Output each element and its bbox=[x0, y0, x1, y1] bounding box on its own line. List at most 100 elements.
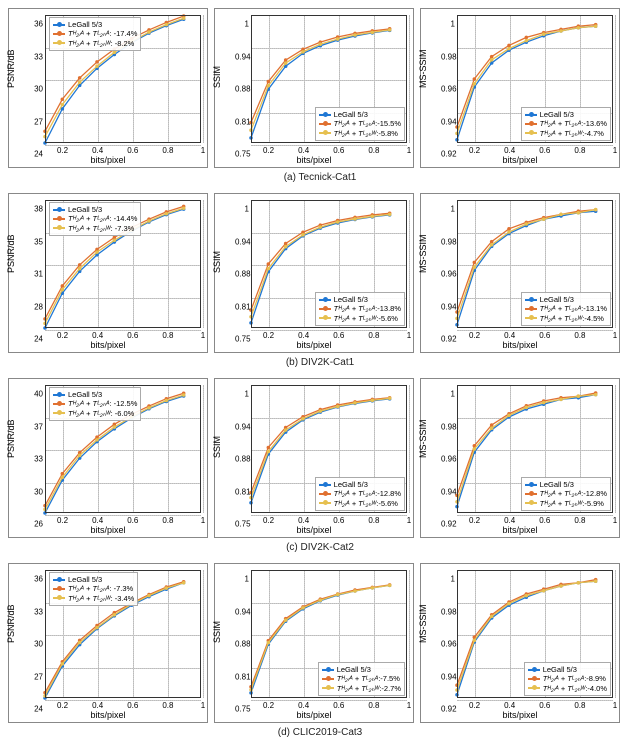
y-tick: 0.81 bbox=[235, 117, 249, 126]
legend: LeGall 5/3Tᴴ₂ₗᴬ + Tᴸ₂ₕᴬ:-12.8%Tᴴ₂ₗᴬ + Tᴸ… bbox=[521, 477, 611, 511]
x-tick: 0.8 bbox=[368, 516, 379, 525]
legend-entry: LeGall 5/3 bbox=[322, 665, 401, 674]
legend-entry: LeGall 5/3 bbox=[528, 665, 607, 674]
legend-swatch bbox=[53, 209, 65, 211]
row-caption: (a) Tecnick-Cat1 bbox=[8, 172, 632, 183]
x-tick: 1 bbox=[201, 516, 205, 525]
legend-label: LeGall 5/3 bbox=[543, 665, 577, 674]
chart-row: PSNR/dBbits/pixel0.20.40.60.812427303336… bbox=[8, 563, 632, 723]
legend-swatch bbox=[525, 484, 537, 486]
y-tick: 24 bbox=[29, 335, 43, 344]
ms-ssim-chart: MS-SSIMbits/pixel0.20.40.60.810.920.940.… bbox=[420, 378, 620, 538]
y-axis-label: SSIM bbox=[212, 251, 222, 273]
legend: LeGall 5/3Tᴴ₂ₗᴬ + Tᴸ₂ₕᴬ: -14.4%Tᴴ₂ₗᴬ + T… bbox=[49, 202, 141, 236]
y-tick: 24 bbox=[29, 150, 43, 159]
ssim-chart: SSIMbits/pixel0.20.40.60.810.750.810.880… bbox=[214, 378, 414, 538]
legend-label: LeGall 5/3 bbox=[334, 295, 368, 304]
legend-entry: Tᴴ₂ₗᴬ + Tᴸ₂ₕᴬ:-13.8% bbox=[319, 304, 401, 313]
legend-swatch bbox=[525, 114, 537, 116]
y-tick: 0.88 bbox=[235, 85, 249, 94]
legend-entry: Tᴴ₂ₗᴬ + Tᴸ₂ₕᴬ: -14.4% bbox=[53, 214, 137, 223]
row-caption: (d) CLIC2019-Cat3 bbox=[8, 727, 632, 738]
legend-swatch bbox=[53, 42, 65, 44]
x-axis-label: bits/pixel bbox=[296, 155, 331, 165]
y-axis-label: MS-SSIM bbox=[418, 49, 428, 88]
x-tick: 0.4 bbox=[504, 516, 515, 525]
y-tick: 0.81 bbox=[235, 487, 249, 496]
x-tick: 0.2 bbox=[469, 516, 480, 525]
y-axis-label: MS-SSIM bbox=[418, 604, 428, 643]
legend-entry: LeGall 5/3 bbox=[525, 480, 607, 489]
legend-label: LeGall 5/3 bbox=[68, 575, 102, 584]
y-tick: 0.94 bbox=[441, 117, 455, 126]
ssim-chart: SSIMbits/pixel0.20.40.60.810.750.810.880… bbox=[214, 563, 414, 723]
y-tick: 27 bbox=[29, 117, 43, 126]
psnr-chart: PSNR/dBbits/pixel0.20.40.60.812428313538… bbox=[8, 193, 208, 353]
legend-label: Tᴴ₂ₗᴬ + Tᴸ₂ₕᵂ:-5.6% bbox=[334, 499, 398, 508]
legend-entry: Tᴴ₂ₗᴬ + Tᴸ₂ₕᵂ:-4.0% bbox=[528, 684, 607, 693]
chart-row: PSNR/dBbits/pixel0.20.40.60.812428313538… bbox=[8, 193, 632, 353]
x-tick: 0.4 bbox=[92, 516, 103, 525]
legend-label: LeGall 5/3 bbox=[68, 205, 102, 214]
x-tick: 1 bbox=[407, 701, 411, 710]
legend-label: Tᴴ₂ₗᴬ + Tᴸ₂ₕᴬ: -14.4% bbox=[68, 214, 137, 223]
y-tick: 0.92 bbox=[441, 520, 455, 529]
x-tick: 0.6 bbox=[127, 516, 138, 525]
x-tick: 0.8 bbox=[162, 701, 173, 710]
x-axis-label: bits/pixel bbox=[502, 155, 537, 165]
legend-label: Tᴴ₂ₗᴬ + Tᴸ₂ₕᴬ:-13.6% bbox=[540, 119, 607, 128]
x-tick: 1 bbox=[407, 146, 411, 155]
legend-entry: Tᴴ₂ₗᴬ + Tᴸ₂ₕᵂ: -7.3% bbox=[53, 224, 137, 233]
legend-entry: Tᴴ₂ₗᴬ + Tᴸ₂ₕᴬ: -12.5% bbox=[53, 399, 137, 408]
y-tick: 40 bbox=[29, 390, 43, 399]
x-tick: 0.6 bbox=[333, 516, 344, 525]
legend-entry: Tᴴ₂ₗᴬ + Tᴸ₂ₕᴬ:-12.8% bbox=[525, 489, 607, 498]
legend-entry: Tᴴ₂ₗᴬ + Tᴸ₂ₕᴬ:-7.5% bbox=[322, 674, 401, 683]
x-tick: 0.2 bbox=[57, 331, 68, 340]
legend-label: Tᴴ₂ₗᴬ + Tᴸ₂ₕᴬ:-12.8% bbox=[540, 489, 607, 498]
legend: LeGall 5/3Tᴴ₂ₗᴬ + Tᴸ₂ₕᴬ:-15.5%Tᴴ₂ₗᴬ + Tᴸ… bbox=[315, 107, 405, 141]
x-tick: 1 bbox=[613, 331, 617, 340]
legend-label: Tᴴ₂ₗᴬ + Tᴸ₂ₕᵂ: -8.2% bbox=[68, 39, 134, 48]
y-tick: 0.94 bbox=[441, 672, 455, 681]
x-tick: 0.2 bbox=[57, 701, 68, 710]
legend-swatch bbox=[525, 132, 537, 134]
y-tick: 1 bbox=[235, 390, 249, 399]
x-tick: 1 bbox=[201, 331, 205, 340]
y-tick: 36 bbox=[29, 575, 43, 584]
ms-ssim-chart: MS-SSIMbits/pixel0.20.40.60.810.920.940.… bbox=[420, 8, 620, 168]
legend-swatch bbox=[319, 493, 331, 495]
ssim-chart: SSIMbits/pixel0.20.40.60.810.750.810.880… bbox=[214, 8, 414, 168]
legend-label: LeGall 5/3 bbox=[540, 295, 574, 304]
legend: LeGall 5/3Tᴴ₂ₗᴬ + Tᴸ₂ₕᴬ:-8.9%Tᴴ₂ₗᴬ + Tᴸ₂… bbox=[524, 662, 611, 696]
legend-label: Tᴴ₂ₗᴬ + Tᴸ₂ₕᴬ:-8.9% bbox=[543, 674, 606, 683]
y-tick: 1 bbox=[441, 205, 455, 214]
legend-entry: Tᴴ₂ₗᴬ + Tᴸ₂ₕᴬ:-15.5% bbox=[319, 119, 401, 128]
legend-label: Tᴴ₂ₗᴬ + Tᴸ₂ₕᴬ: -17.4% bbox=[68, 29, 137, 38]
legend: LeGall 5/3Tᴴ₂ₗᴬ + Tᴸ₂ₕᴬ: -7.3%Tᴴ₂ₗᴬ + Tᴸ… bbox=[49, 572, 138, 606]
legend-swatch bbox=[53, 597, 65, 599]
legend-label: Tᴴ₂ₗᴬ + Tᴸ₂ₕᴬ:-15.5% bbox=[334, 119, 401, 128]
y-axis-label: SSIM bbox=[212, 66, 222, 88]
legend-entry: Tᴴ₂ₗᴬ + Tᴸ₂ₕᵂ:-5.9% bbox=[525, 499, 607, 508]
x-axis-label: bits/pixel bbox=[296, 710, 331, 720]
legend-swatch bbox=[319, 114, 331, 116]
x-tick: 1 bbox=[613, 701, 617, 710]
legend-entry: Tᴴ₂ₗᴬ + Tᴸ₂ₕᵂ:-4.5% bbox=[525, 314, 607, 323]
y-tick: 31 bbox=[29, 270, 43, 279]
legend-label: LeGall 5/3 bbox=[334, 480, 368, 489]
y-tick: 0.94 bbox=[235, 237, 249, 246]
legend-swatch bbox=[319, 502, 331, 504]
y-tick: 0.96 bbox=[441, 640, 455, 649]
ssim-chart: SSIMbits/pixel0.20.40.60.810.750.810.880… bbox=[214, 193, 414, 353]
x-tick: 0.4 bbox=[92, 331, 103, 340]
y-tick: 30 bbox=[29, 640, 43, 649]
legend-label: LeGall 5/3 bbox=[68, 390, 102, 399]
y-axis-label: PSNR/dB bbox=[6, 419, 16, 458]
x-tick: 0.8 bbox=[162, 516, 173, 525]
y-tick: 1 bbox=[441, 575, 455, 584]
legend: LeGall 5/3Tᴴ₂ₗᴬ + Tᴸ₂ₕᴬ:-13.8%Tᴴ₂ₗᴬ + Tᴸ… bbox=[315, 292, 405, 326]
y-tick: 0.81 bbox=[235, 302, 249, 311]
x-tick: 0.4 bbox=[504, 331, 515, 340]
legend-swatch bbox=[319, 484, 331, 486]
